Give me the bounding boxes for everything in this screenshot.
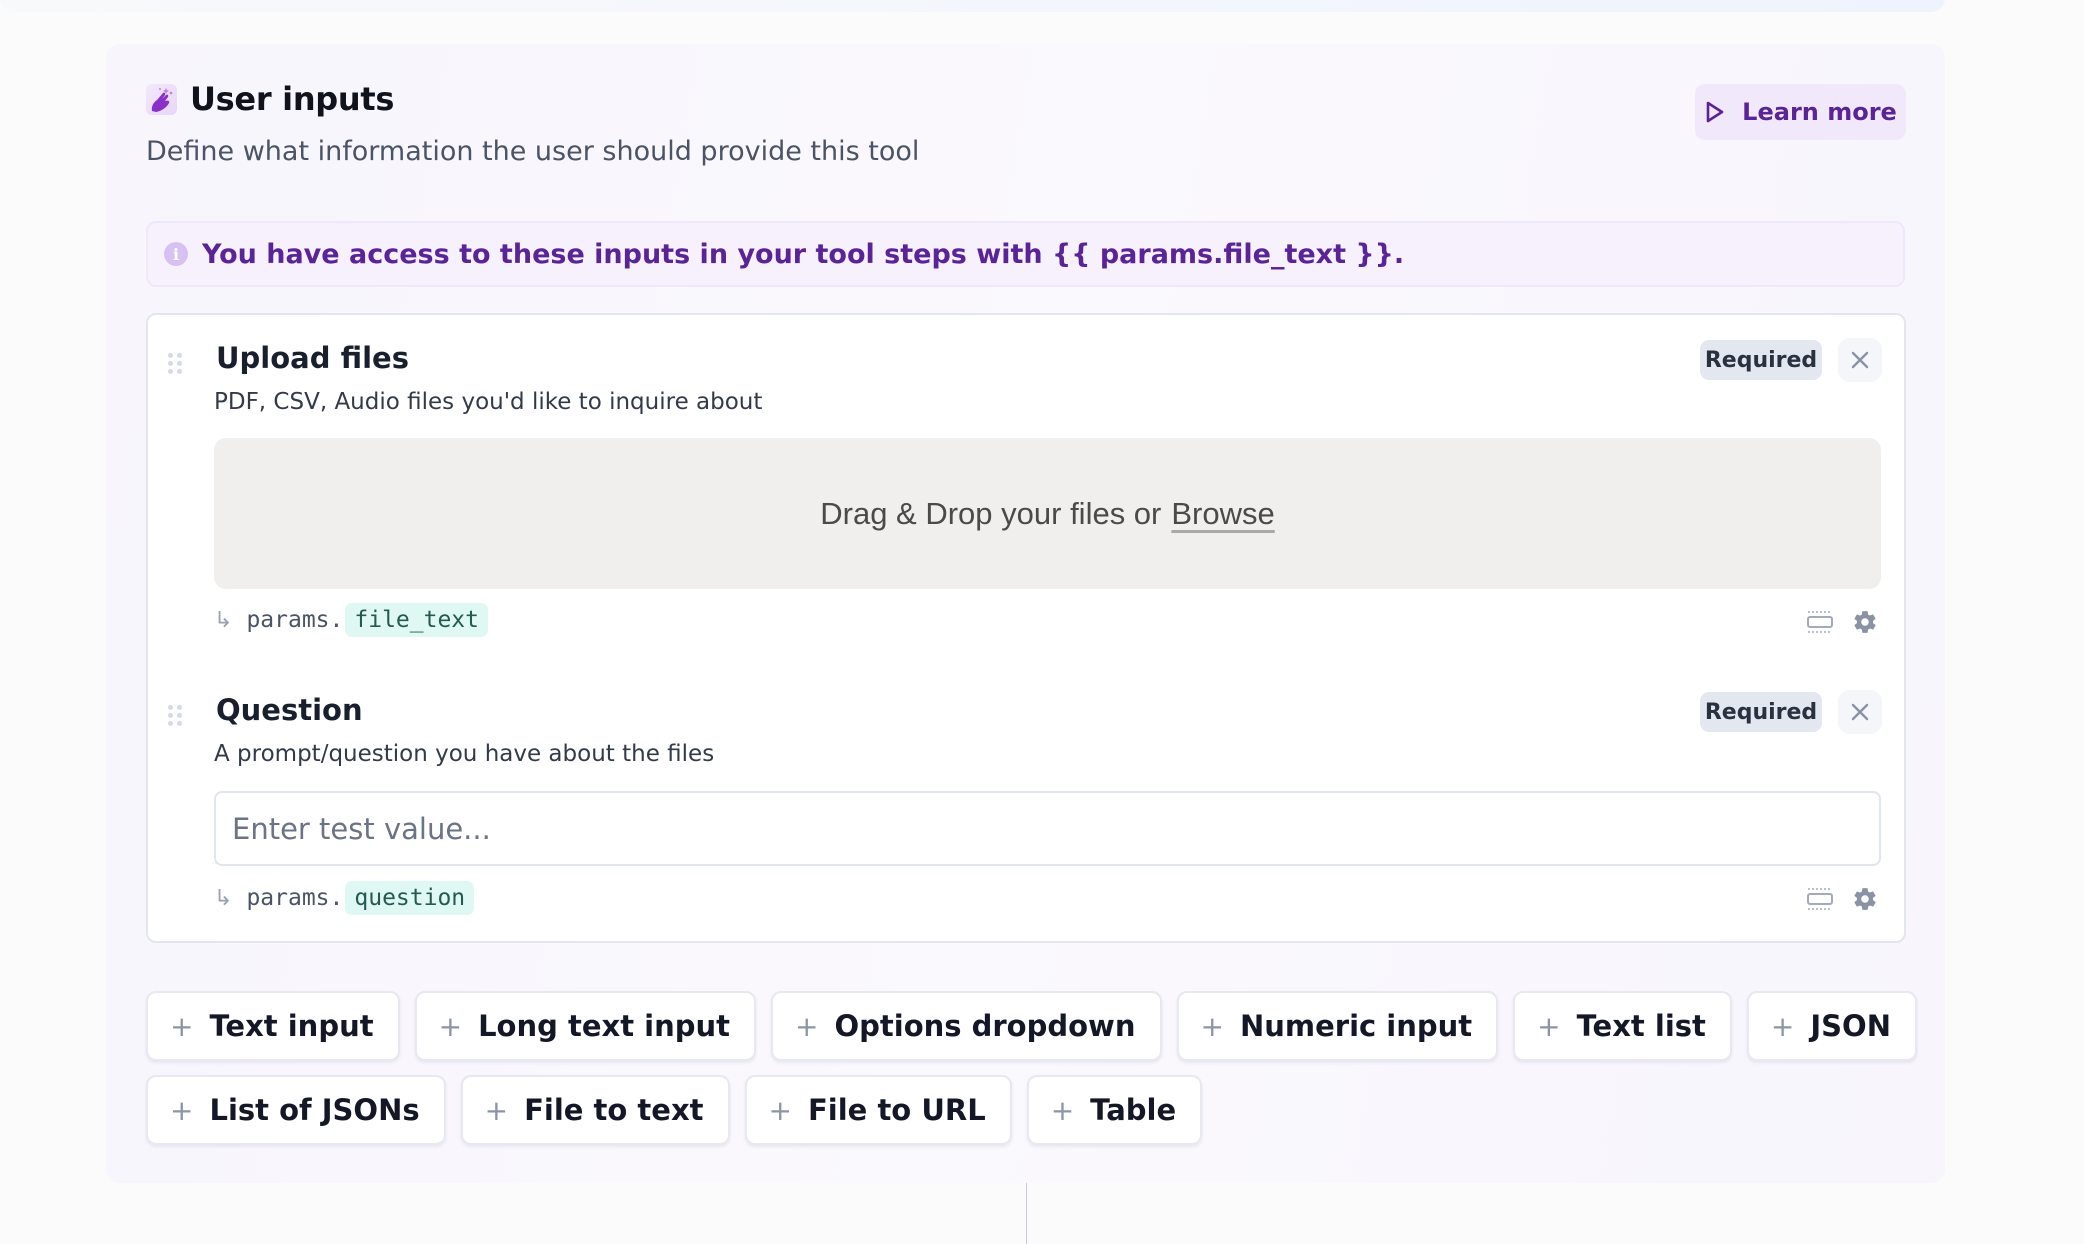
plus-icon: + [484,1093,509,1127]
button-label: JSON [1810,1009,1891,1043]
close-icon [1851,703,1869,721]
button-label: List of JSONs [209,1093,420,1127]
add-json-button[interactable]: + JSON [1746,991,1917,1061]
params-prefix: params. [246,885,344,911]
add-file-to-url-button[interactable]: + File to URL [744,1075,1012,1145]
section-subtitle: Define what information the user should … [146,136,920,167]
add-input-buttons-row-1: + Text input + Long text input + Options dr… [146,991,1917,1061]
params-reference: ↳ params. file_text [214,603,488,637]
connector-line [1026,1183,1027,1244]
info-banner: i You have access to these inputs in you… [146,221,1905,287]
add-file-to-text-button[interactable]: + File to text [460,1075,730,1145]
close-icon [1851,351,1869,369]
field-actions [1806,886,1878,912]
file-dropzone[interactable]: Drag & Drop your files or Browse [214,438,1881,589]
plus-icon: + [1537,1009,1561,1043]
button-label: File to text [524,1093,704,1127]
plus-icon: + [795,1009,819,1043]
play-icon [1706,101,1724,123]
field-description: PDF, CSV, Audio files you'd like to inqu… [214,389,763,415]
browse-link[interactable]: Browse [1171,496,1274,532]
previous-section-edge [0,0,1945,12]
inputs-card: Upload files Required PDF, CSV, Audio fi… [146,313,1906,943]
remove-field-button[interactable] [1838,690,1882,734]
layout-toggle-icon[interactable] [1806,887,1834,911]
button-label: Table [1090,1093,1177,1127]
layout-toggle-icon[interactable] [1806,610,1834,634]
add-long-text-input-button[interactable]: + Long text input [414,991,757,1061]
add-numeric-input-button[interactable]: + Numeric input [1176,991,1499,1061]
button-label: File to URL [807,1093,986,1127]
add-list-of-jsons-button[interactable]: + List of JSONs [146,1075,446,1145]
required-badge: Required [1700,692,1822,732]
test-value-input[interactable] [214,791,1881,866]
learn-more-label: Learn more [1742,98,1897,126]
params-reference: ↳ params. question [214,881,475,915]
plus-icon: + [1050,1093,1075,1127]
field-description: A prompt/question you have about the fil… [214,741,715,767]
add-options-dropdown-button[interactable]: + Options dropdown [771,991,1162,1061]
info-banner-text: You have access to these inputs in your … [202,238,1405,270]
plus-icon: + [170,1009,194,1043]
section-title: User inputs [190,80,395,118]
return-arrow-icon: ↳ [214,885,233,911]
button-label: Options dropdown [834,1009,1136,1043]
add-text-list-button[interactable]: + Text list [1513,991,1732,1061]
button-label: Text list [1576,1009,1706,1043]
settings-gear-icon[interactable] [1852,886,1878,912]
button-label: Text input [209,1009,374,1043]
magic-hand-icon [146,84,177,115]
params-key[interactable]: question [345,881,475,915]
add-table-button[interactable]: + Table [1026,1075,1203,1145]
return-arrow-icon: ↳ [214,607,233,633]
remove-field-button[interactable] [1838,338,1882,382]
field-actions [1806,609,1878,635]
plus-icon: + [1200,1009,1224,1043]
settings-gear-icon[interactable] [1852,609,1878,635]
info-icon: i [164,242,188,266]
field-title: Question [216,693,363,727]
button-label: Long text input [478,1009,731,1043]
learn-more-button[interactable]: Learn more [1695,84,1906,140]
plus-icon: + [438,1009,463,1043]
plus-icon: + [1770,1009,1795,1043]
field-title: Upload files [216,341,409,375]
plus-icon: + [170,1093,194,1127]
plus-icon: + [768,1093,792,1127]
button-label: Numeric input [1239,1009,1473,1043]
dropzone-text: Drag & Drop your files or [820,495,1162,531]
add-text-input-button[interactable]: + Text input [146,991,400,1061]
drag-handle-icon[interactable] [168,353,182,375]
params-prefix: params. [246,607,344,633]
required-badge: Required [1700,340,1822,380]
add-input-buttons-row-2: + List of JSONs + File to text + File to UR… [146,1075,1203,1145]
params-key[interactable]: file_text [345,603,488,637]
drag-handle-icon[interactable] [168,705,182,727]
